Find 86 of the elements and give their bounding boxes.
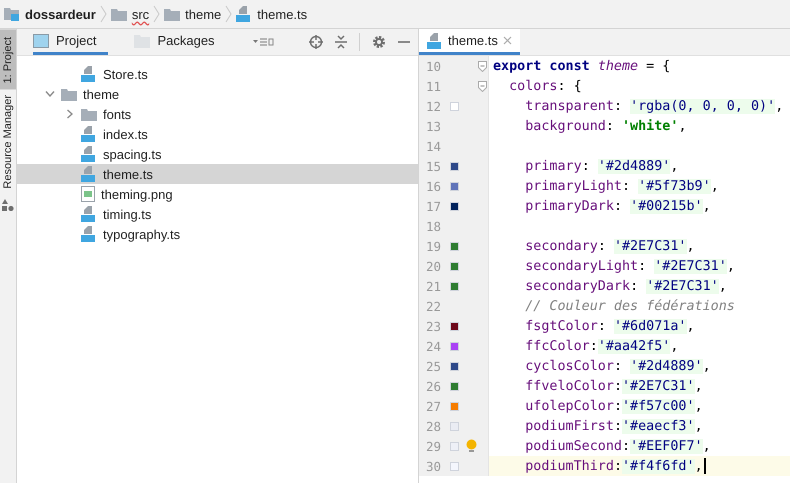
- line-number: 20: [424, 258, 441, 274]
- tree-item[interactable]: Store.ts: [17, 64, 418, 84]
- code-line: secondary: '#2E7C31',: [524, 238, 695, 254]
- code-line: podiumThird:'#f4f6fd',: [524, 458, 703, 474]
- code-line: primaryDark: '#00215b',: [524, 198, 711, 214]
- line-number: 29: [424, 438, 441, 454]
- code-line: transparent: 'rgba(0, 0, 0, 0)',: [524, 98, 784, 114]
- dropdown-icon[interactable]: [252, 37, 275, 47]
- chevron-icon: [100, 5, 107, 23]
- line-number: 21: [424, 278, 441, 294]
- line-number: 23: [424, 318, 441, 334]
- settings-icon[interactable]: [372, 35, 386, 49]
- shapes-icon: [2, 199, 14, 212]
- code-line: colors: {: [508, 78, 582, 94]
- folder-icon: [110, 8, 127, 20]
- breadcrumb-item[interactable]: theme: [164, 6, 222, 22]
- tree-item[interactable]: theme: [17, 84, 418, 104]
- breadcrumb-item[interactable]: src: [110, 6, 150, 22]
- folder-icon: [81, 108, 97, 120]
- folder-icon: [164, 8, 180, 20]
- folder-icon: [4, 7, 20, 21]
- tree-item[interactable]: index.ts: [17, 124, 418, 144]
- line-number: 26: [424, 378, 441, 394]
- tree-item[interactable]: theme.ts: [17, 164, 418, 184]
- code-line: podiumFirst:'#eaecf3',: [524, 418, 703, 434]
- tree-item[interactable]: fonts: [17, 104, 418, 124]
- code-line: primaryLight: '#5f73b9',: [524, 178, 719, 194]
- code-line: ffcColor:'#aa42f5',: [524, 338, 678, 354]
- typescript-file-icon: [81, 166, 97, 182]
- code-line: ufolepColor:'#f57c00',: [524, 398, 703, 414]
- close-icon[interactable]: [502, 36, 512, 45]
- line-number: 19: [424, 238, 441, 254]
- code-line: cyclosColor: '#2d4889',: [524, 358, 711, 374]
- line-number: 18: [424, 218, 441, 234]
- lightbulb-icon[interactable]: [466, 439, 477, 453]
- line-number: 25: [424, 358, 441, 374]
- line-number: 11: [424, 78, 441, 94]
- code-line: podiumSecond:'#EEF0F7',: [524, 438, 711, 454]
- code-line: ffveloColor:'#2E7C31',: [524, 378, 703, 394]
- line-number: 12: [424, 98, 441, 114]
- code-line: primary: '#2d4889',: [524, 158, 678, 174]
- fold-icon[interactable]: [478, 80, 487, 92]
- editor-tab[interactable]: theme.ts: [419, 29, 520, 55]
- line-number: 13: [424, 118, 441, 134]
- folder-icon: [61, 88, 77, 100]
- crosshair-icon[interactable]: [309, 35, 323, 49]
- chevron-icon: [225, 5, 232, 23]
- panel-tab[interactable]: Project: [33, 29, 108, 55]
- line-number: 16: [424, 178, 441, 194]
- typescript-file-icon: [81, 146, 97, 162]
- line-number: 22: [424, 298, 441, 314]
- line-number: 15: [424, 158, 441, 174]
- fold-icon[interactable]: [478, 60, 487, 72]
- side-tab[interactable]: Resource Manager: [0, 89, 16, 196]
- tree-item[interactable]: timing.ts: [17, 204, 418, 224]
- line-number: 27: [424, 398, 441, 414]
- line-number: 10: [424, 58, 441, 74]
- side-tab[interactable]: 1: Project: [0, 29, 16, 90]
- code-line: secondaryLight: '#2E7C31',: [524, 258, 735, 274]
- chevron-icon: [153, 5, 160, 23]
- line-number: 17: [424, 198, 441, 214]
- line-number: 28: [424, 418, 441, 434]
- code-line: background: 'white',: [524, 118, 686, 134]
- window-icon: [33, 34, 49, 48]
- line-number: 30: [424, 458, 441, 474]
- typescript-file-icon: [81, 126, 97, 142]
- code-line: export const theme = {: [493, 58, 670, 74]
- typescript-file-icon: [236, 6, 252, 22]
- typescript-file-icon: [81, 66, 97, 82]
- breadcrumb-item[interactable]: dossardeur: [4, 6, 96, 22]
- typescript-file-icon: [81, 226, 97, 242]
- panel-tab[interactable]: Packages: [134, 29, 227, 55]
- tree-item[interactable]: typography.ts: [17, 224, 418, 244]
- code-line: secondaryDark: '#2E7C31',: [524, 278, 727, 294]
- tree-item[interactable]: theming.png: [17, 184, 418, 204]
- code-line: // Couleur des fédérations: [524, 298, 735, 314]
- line-number: 24: [424, 338, 441, 354]
- typescript-file-icon: [81, 206, 97, 222]
- typescript-file-icon: [427, 32, 443, 48]
- code-line: fsgtColor: '#6d071a',: [524, 318, 695, 334]
- collapse-icon[interactable]: [335, 35, 347, 49]
- tree-item[interactable]: spacing.ts: [17, 144, 418, 164]
- breadcrumb-item[interactable]: theme.ts: [236, 6, 308, 22]
- image-file-icon: [81, 186, 95, 202]
- line-number: 14: [424, 138, 441, 154]
- minimize-icon[interactable]: [398, 40, 410, 44]
